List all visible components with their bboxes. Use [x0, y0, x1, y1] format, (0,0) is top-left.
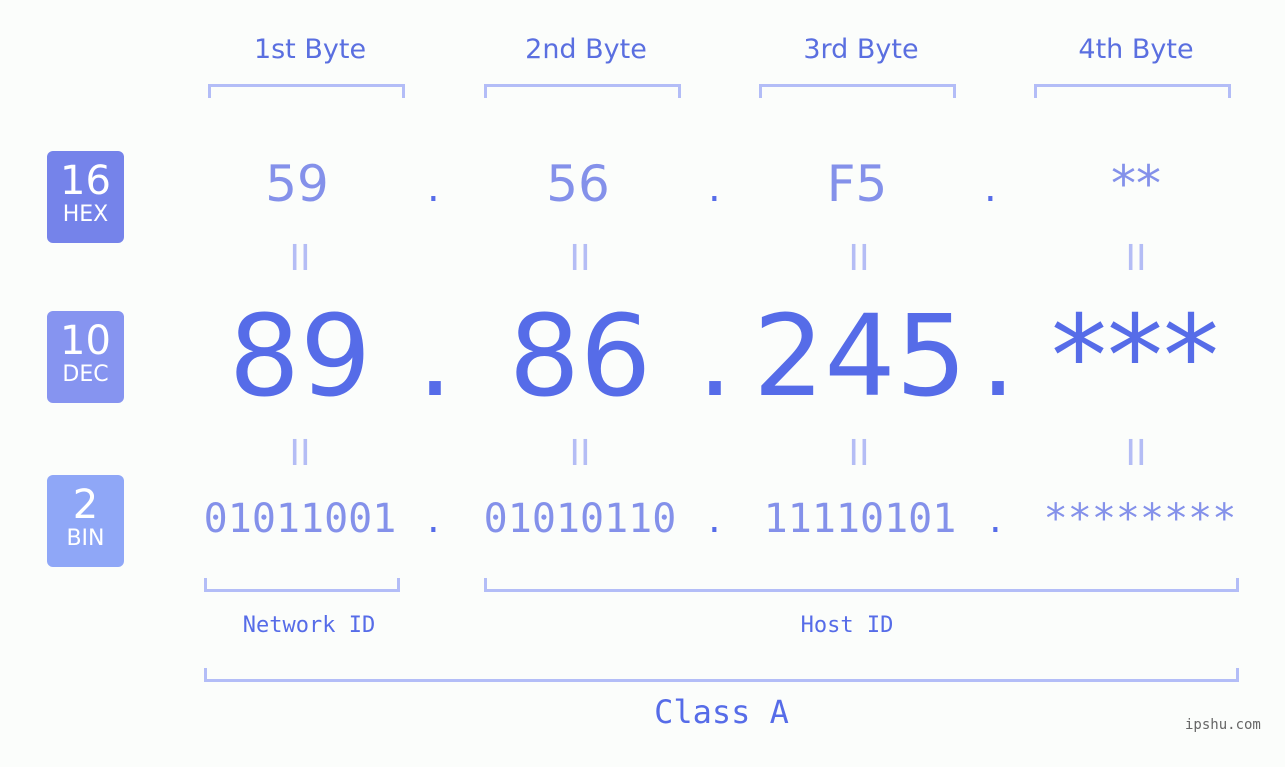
byte-header-4: 4th Byte [1078, 34, 1194, 65]
equals-dec-bin-4: II [1125, 433, 1147, 474]
bin-separator-1: . [427, 496, 440, 542]
hex-badge-number: 16 [60, 158, 111, 204]
equals-hex-dec-1: II [289, 238, 311, 279]
host-id-bracket [484, 578, 1239, 592]
byte-bracket-3 [759, 84, 956, 98]
byte-bracket-1 [208, 84, 405, 98]
hex-byte-2: 56 [546, 155, 610, 213]
equals-hex-dec-3: II [848, 238, 870, 279]
hex-byte-1: 59 [265, 155, 329, 213]
hex-separator-2: . [708, 165, 721, 211]
host-id-label: Host ID [800, 613, 894, 638]
bin-badge-label: BIN [66, 526, 105, 551]
class-label: Class A [654, 693, 789, 731]
dec-separator-2: . [697, 292, 733, 422]
bin-separator-3: . [989, 496, 1002, 542]
watermark: ipshu.com [1185, 717, 1261, 733]
equals-dec-bin-2: II [569, 433, 591, 474]
equals-hex-dec-2: II [569, 238, 591, 279]
dec-badge: 10 DEC [47, 311, 124, 403]
hex-badge-label: HEX [62, 202, 109, 227]
dec-byte-2: 86 [508, 292, 652, 422]
byte-bracket-4 [1034, 84, 1231, 98]
hex-byte-3: F5 [826, 155, 888, 213]
dec-separator-3: . [980, 292, 1016, 422]
byte-header-3: 3rd Byte [803, 34, 919, 65]
dec-byte-3: 245 [753, 292, 967, 422]
bin-badge: 2 BIN [47, 475, 124, 567]
hex-separator-3: . [984, 165, 997, 211]
byte-header-1: 1st Byte [253, 34, 367, 65]
hex-separator-1: . [427, 165, 440, 211]
equals-hex-dec-4: II [1125, 238, 1147, 279]
bin-byte-3: 11110101 [763, 496, 957, 542]
byte-header-2: 2nd Byte [525, 34, 647, 65]
dec-badge-label: DEC [62, 362, 109, 387]
network-id-bracket [204, 578, 400, 592]
bin-separator-2: . [708, 496, 721, 542]
dec-separator-1: . [417, 292, 453, 422]
class-bracket [204, 668, 1239, 682]
hex-badge: 16 HEX [47, 151, 124, 243]
hex-byte-4: ** [1111, 155, 1161, 213]
dec-byte-4: *** [1051, 292, 1219, 422]
bin-badge-number: 2 [72, 482, 99, 528]
equals-dec-bin-3: II [848, 433, 870, 474]
network-id-label: Network ID [242, 613, 376, 638]
dec-badge-number: 10 [60, 318, 111, 364]
dec-byte-1: 89 [228, 292, 372, 422]
equals-dec-bin-1: II [289, 433, 311, 474]
bin-byte-1: 01011001 [203, 496, 397, 542]
byte-bracket-2 [484, 84, 681, 98]
bin-byte-4: ******** [1043, 496, 1237, 542]
bin-byte-2: 01010110 [483, 496, 677, 542]
